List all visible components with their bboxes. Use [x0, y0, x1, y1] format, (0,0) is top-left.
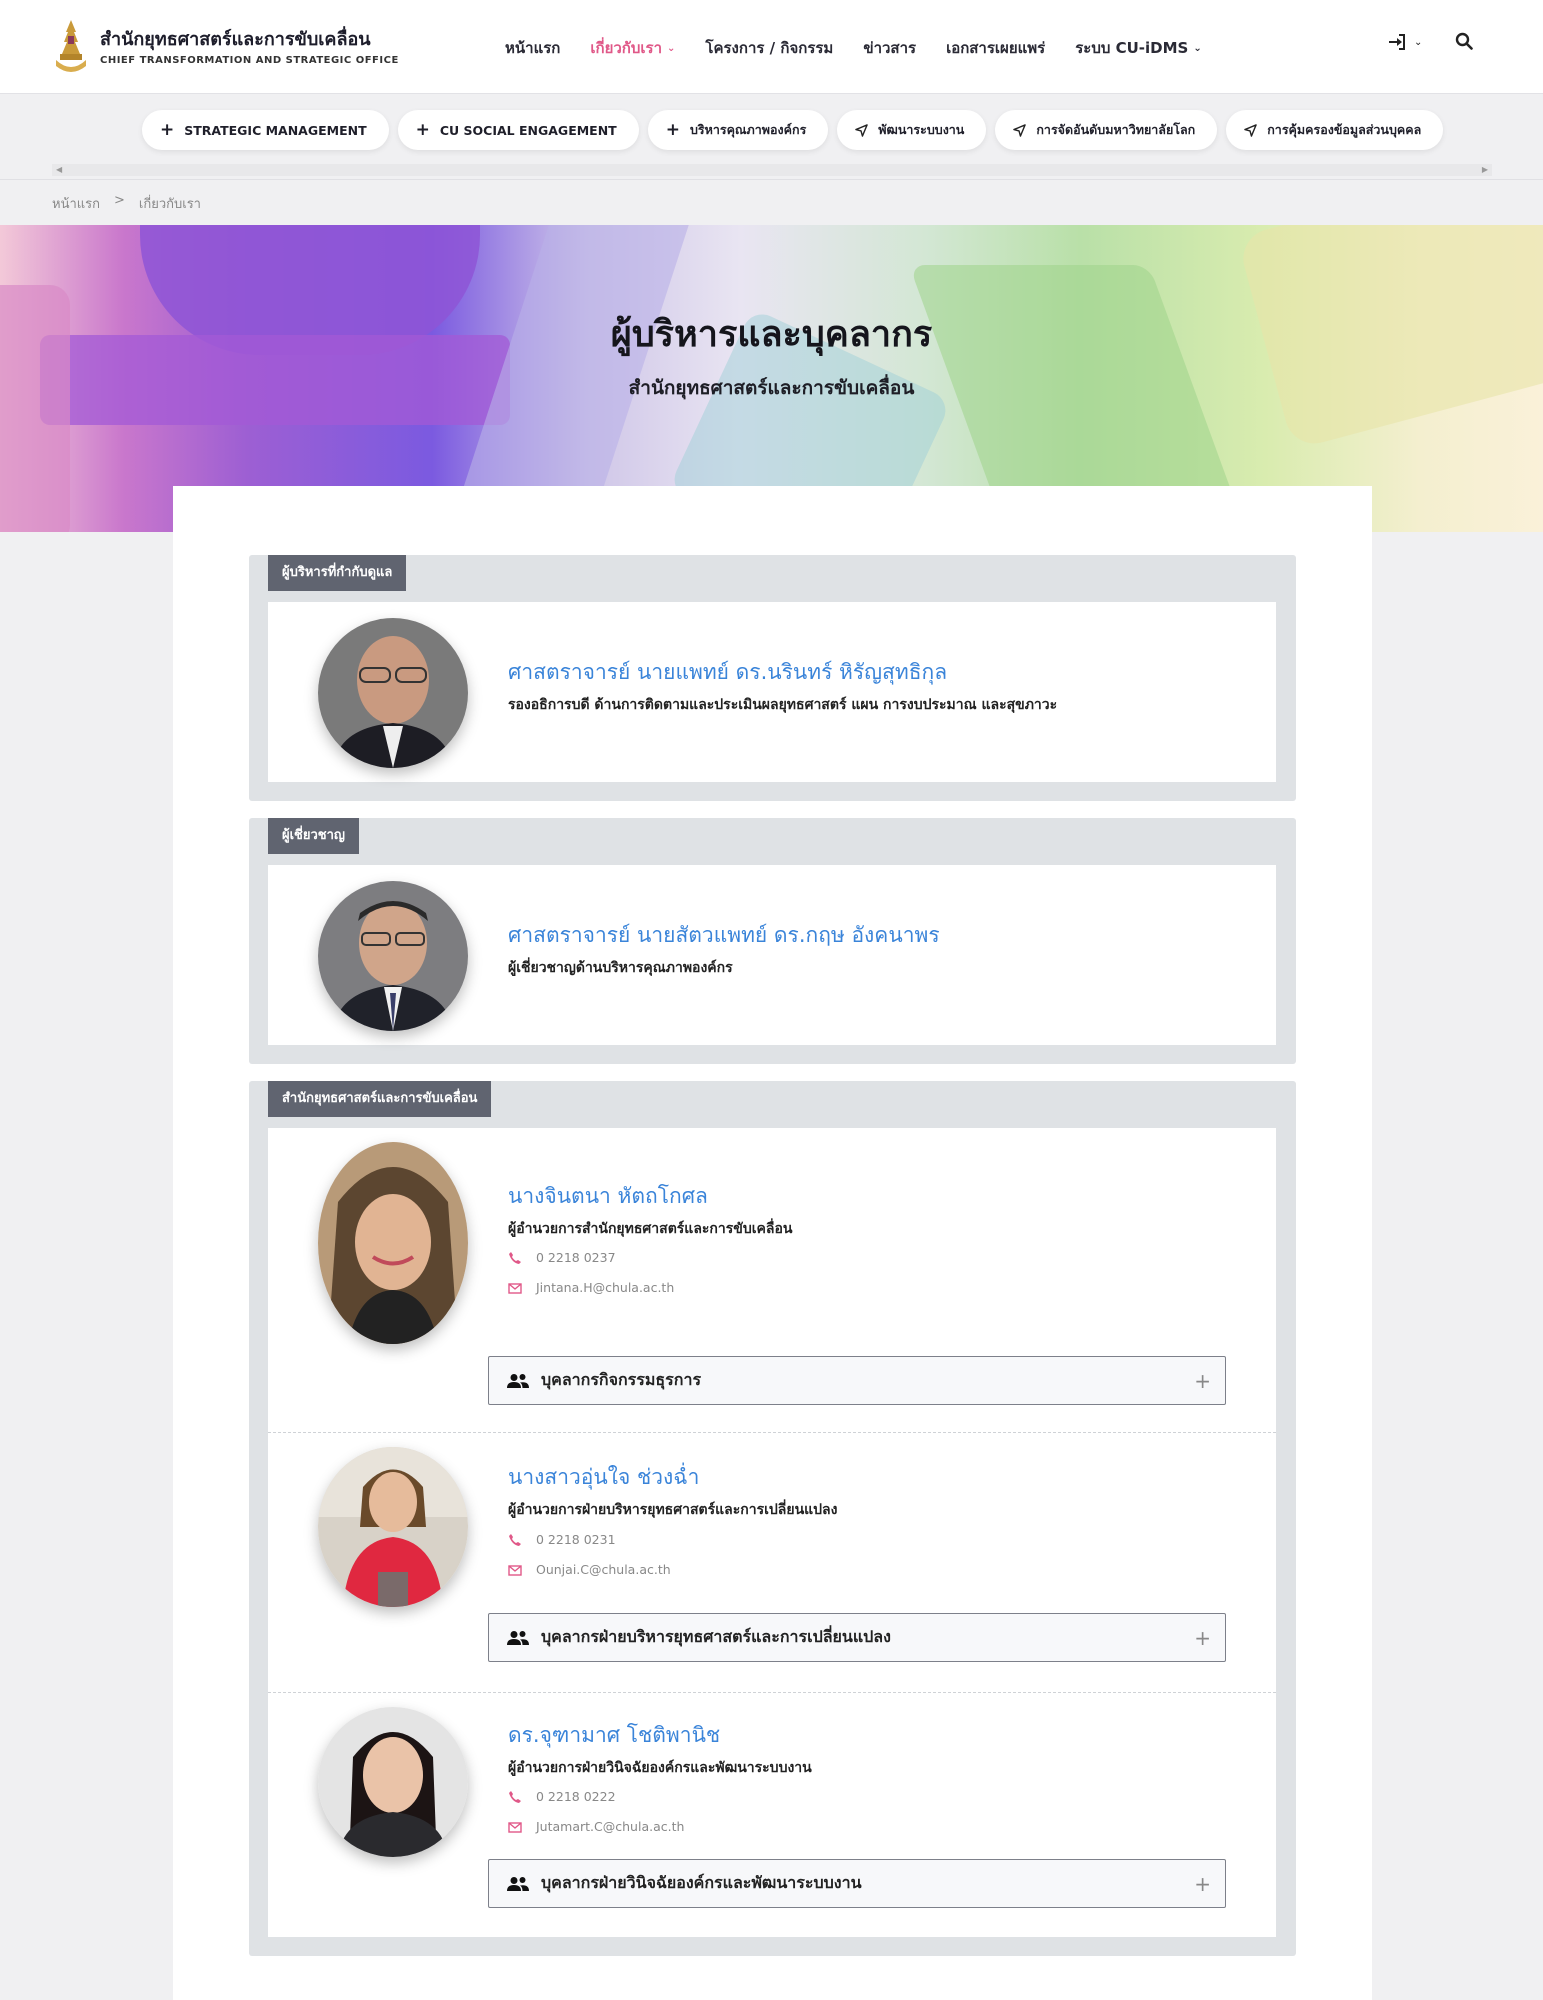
chevron-down-icon: ⌄	[1193, 42, 1202, 54]
nav-documents[interactable]: เอกสารเผยแพร่	[946, 36, 1045, 60]
person-email[interactable]: Jutamart.C@chula.ac.th	[508, 1819, 684, 1834]
avatar	[318, 618, 468, 768]
users-icon	[507, 1630, 529, 1645]
nav-projects[interactable]: โครงการ / กิจกรรม	[705, 36, 833, 60]
accordion-label: บุคลากรกิจกรรมธุรการ	[541, 1370, 702, 1389]
sign-in-icon	[1389, 34, 1405, 50]
page-title: ผู้บริหารและบุคลากร	[610, 314, 933, 355]
quick-link-cu-social-engagement[interactable]: + CU SOCIAL ENGAGEMENT	[397, 110, 639, 150]
section-tag: สำนักยุทธศาสตร์และการขับเคลื่อน	[268, 1081, 492, 1117]
nav-about[interactable]: เกี่ยวกับเรา ⌄	[590, 36, 675, 60]
section-tag: ผู้เชี่ยวชาญ	[268, 818, 360, 854]
plus-icon: +	[665, 120, 680, 140]
breadcrumb-current: เกี่ยวกับเรา	[138, 197, 201, 212]
avatar	[318, 1447, 468, 1607]
page-subtitle: สำนักยุทธศาสตร์และการขับเคลื่อน	[628, 377, 915, 399]
person-name: ศาสตราจารย์ นายแพทย์ ดร.นรินทร์ หิรัญสุท…	[508, 660, 948, 684]
send-icon	[855, 123, 869, 137]
site-header: สำนักยุทธศาสตร์และการขับเคลื่อน CHIEF TR…	[0, 0, 1543, 94]
logo-thai-name: สำนักยุทธศาสตร์และการขับเคลื่อน	[100, 28, 371, 50]
section-tag: ผู้บริหารที่กำกับดูแล	[268, 555, 407, 591]
person-role: ผู้อำนวยการฝ่ายวินิจฉัยองค์กรและพัฒนาระบ…	[508, 1760, 812, 1776]
section-supervising-executive: ผู้บริหารที่กำกับดูแล ศาสตราจารย์ นายแพท…	[249, 555, 1296, 801]
section-office-staff: สำนักยุทธศาสตร์และการขับเคลื่อน นางจินตน…	[249, 1081, 1296, 1956]
avatar	[318, 1707, 468, 1857]
quick-link-pdpa[interactable]: การคุ้มครองข้อมูลส่วนบุคคล	[1226, 110, 1444, 150]
users-icon	[507, 1373, 529, 1388]
person-role: ผู้อำนวยการสำนักยุทธศาสตร์และการขับเคลื่…	[508, 1221, 793, 1237]
staff-accordion[interactable]: บุคลากรกิจกรรมธุรการ +	[488, 1356, 1226, 1405]
person-name: ดร.จุฑามาศ โชติพานิช	[508, 1723, 721, 1747]
breadcrumb-home[interactable]: หน้าแรก	[52, 193, 100, 214]
users-icon	[507, 1876, 529, 1891]
quick-link-quality-management[interactable]: + บริหารคุณภาพองค์กร	[647, 110, 829, 150]
avatar	[318, 881, 468, 1031]
quick-link-work-system[interactable]: พัฒนาระบบงาน	[837, 110, 987, 150]
scroll-right-icon[interactable]: ▶	[1482, 164, 1488, 176]
person-role: รองอธิการบดี ด้านการติดตามและประเมินผลยุ…	[508, 697, 1058, 713]
envelope-icon	[508, 1282, 522, 1294]
expand-plus-icon[interactable]: +	[1194, 1626, 1211, 1650]
people-list: นางจินตนา หัตถโกศล ผู้อำนวยการสำนักยุทธศ…	[268, 1128, 1276, 1937]
chevron-down-icon: ⌄	[667, 42, 676, 54]
accordion-label: บุคลากรฝ่ายบริหารยุทธศาสตร์และการเปลี่ยน…	[541, 1627, 891, 1646]
envelope-icon	[508, 1564, 522, 1576]
nav-home[interactable]: หน้าแรก	[505, 36, 560, 60]
person-name: ศาสตราจารย์ นายสัตวแพทย์ ดร.กฤษ อังคนาพร	[508, 923, 940, 947]
quick-link-world-ranking[interactable]: การจัดอันดับมหาวิทยาลัยโลก	[995, 110, 1218, 150]
breadcrumb-separator: >	[114, 193, 125, 208]
staff-accordion[interactable]: บุคลากรฝ่ายบริหารยุทธศาสตร์และการเปลี่ยน…	[488, 1613, 1226, 1662]
main-nav: หน้าแรก เกี่ยวกับเรา ⌄ โครงการ / กิจกรรม …	[505, 36, 1202, 60]
chevron-down-icon: ⌄	[1414, 36, 1423, 48]
chula-emblem-icon	[56, 20, 86, 72]
avatar	[318, 1142, 468, 1344]
scroll-left-icon[interactable]: ◀	[56, 164, 62, 176]
send-icon	[1244, 123, 1258, 137]
quick-links-bar: + STRATEGIC MANAGEMENT + CU SOCIAL ENGAGEM…	[0, 94, 1543, 180]
person-card: ศาสตราจารย์ นายสัตวแพทย์ ดร.กฤษ อังคนาพร…	[268, 865, 1276, 1045]
staff-accordion[interactable]: บุคลากรฝ่ายวินิจฉัยองค์กรและพัฒนาระบบงาน…	[488, 1859, 1226, 1908]
send-icon	[1013, 123, 1027, 137]
phone-icon	[509, 1790, 521, 1803]
person-phone[interactable]: 0 2218 0231	[508, 1532, 616, 1547]
plus-icon: +	[415, 120, 430, 140]
login-button[interactable]: ⌄	[1388, 34, 1422, 50]
phone-icon	[509, 1251, 521, 1264]
envelope-icon	[508, 1821, 522, 1833]
search-button[interactable]	[1455, 32, 1473, 54]
search-icon	[1455, 32, 1473, 50]
list-item: นางสาวอุ่นใจ ช่วงฉ่ำ ผู้อำนวยการฝ่ายบริห…	[268, 1433, 1276, 1692]
person-phone[interactable]: 0 2218 0237	[508, 1250, 616, 1265]
person-name: นางจินตนา หัตถโกศล	[508, 1184, 708, 1208]
breadcrumb: หน้าแรก > เกี่ยวกับเรา	[52, 193, 201, 214]
horizontal-scrollbar[interactable]: ◀ ▶	[52, 164, 1492, 176]
expand-plus-icon[interactable]: +	[1194, 1369, 1211, 1393]
phone-icon	[509, 1533, 521, 1546]
list-item: ดร.จุฑามาศ โชติพานิช ผู้อำนวยการฝ่ายวินิ…	[268, 1693, 1276, 1937]
list-item: นางจินตนา หัตถโกศล ผู้อำนวยการสำนักยุทธศ…	[268, 1128, 1276, 1432]
expand-plus-icon[interactable]: +	[1194, 1872, 1211, 1896]
nav-news[interactable]: ข่าวสาร	[863, 36, 916, 60]
logo-english-name: CHIEF TRANSFORMATION AND STRATEGIC OFFIC…	[100, 54, 399, 66]
person-name: นางสาวอุ่นใจ ช่วงฉ่ำ	[508, 1465, 700, 1489]
section-expert: ผู้เชี่ยวชาญ ศาสตราจารย์ นายสัตวแพทย์ ดร…	[249, 818, 1296, 1064]
plus-icon: +	[160, 120, 175, 140]
site-logo[interactable]: สำนักยุทธศาสตร์และการขับเคลื่อน CHIEF TR…	[52, 18, 399, 76]
person-card: ศาสตราจารย์ นายแพทย์ ดร.นรินทร์ หิรัญสุท…	[268, 602, 1276, 782]
accordion-label: บุคลากรฝ่ายวินิจฉัยองค์กรและพัฒนาระบบงาน	[541, 1873, 862, 1892]
person-phone[interactable]: 0 2218 0222	[508, 1789, 616, 1804]
nav-cu-idms[interactable]: ระบบ CU-iDMS ⌄	[1075, 36, 1202, 60]
person-email[interactable]: Ounjai.C@chula.ac.th	[508, 1562, 671, 1577]
quick-link-strategic-management[interactable]: + STRATEGIC MANAGEMENT	[142, 110, 389, 150]
person-email[interactable]: Jintana.H@chula.ac.th	[508, 1280, 674, 1295]
main-content: ผู้บริหารที่กำกับดูแล ศาสตราจารย์ นายแพท…	[173, 486, 1372, 2000]
person-role: ผู้อำนวยการฝ่ายบริหารยุทธศาสตร์และการเปล…	[508, 1502, 838, 1518]
person-role: ผู้เชี่ยวชาญด้านบริหารคุณภาพองค์กร	[508, 960, 733, 976]
